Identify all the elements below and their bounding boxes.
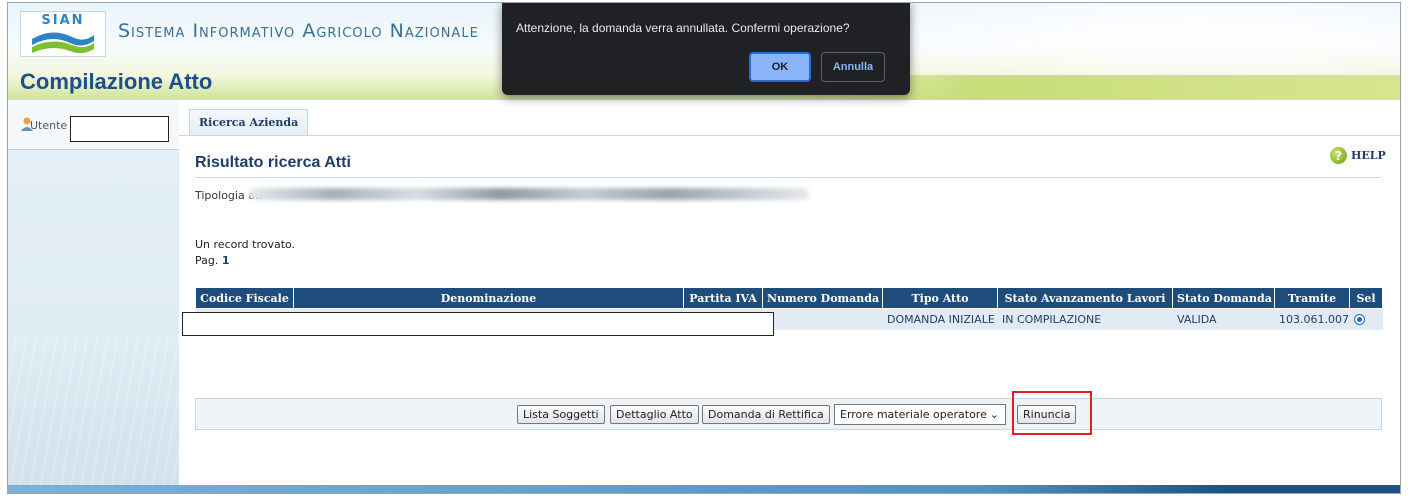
- user-name-field: [70, 116, 169, 142]
- redacted-row-data: [182, 312, 774, 336]
- dialog-cancel-button[interactable]: Annulla: [821, 52, 885, 82]
- col-numero-domanda[interactable]: Numero Domanda: [762, 287, 883, 309]
- section-divider: [195, 177, 1381, 178]
- dialog-ok-button[interactable]: OK: [749, 52, 811, 82]
- tab-divider: [179, 135, 1400, 136]
- help-button[interactable]: ? HELP: [1330, 147, 1386, 164]
- dettaglio-atto-button[interactable]: Dettaglio Atto: [610, 405, 699, 424]
- cell-stato-domanda: VALIDA: [1172, 308, 1275, 330]
- pagination-current[interactable]: 1: [222, 254, 230, 267]
- tab-ricerca-azienda[interactable]: Ricerca Azienda: [189, 109, 309, 135]
- system-title: Sistema Informativo Agricolo Nazionale: [118, 20, 479, 42]
- cell-numero-domanda: [762, 308, 883, 330]
- page-title: Compilazione Atto: [20, 69, 213, 94]
- chevron-down-icon: ⌄: [989, 408, 999, 421]
- row-select-radio[interactable]: [1354, 314, 1365, 326]
- col-denominazione[interactable]: Denominazione: [293, 287, 684, 309]
- user-label: Utente: [30, 119, 68, 132]
- section-title: Risultato ricerca Atti: [195, 154, 351, 171]
- help-icon: ?: [1330, 147, 1347, 164]
- col-stato-avanzamento[interactable]: Stato Avanzamento Lavori: [997, 287, 1173, 309]
- user-panel: Utente: [8, 100, 179, 150]
- sidebar: Utente: [8, 100, 179, 493]
- app-frame: SIAN Sistema Informativo Agricolo Nazion…: [7, 2, 1401, 494]
- logo-text: SIAN: [41, 13, 85, 28]
- rinuncia-button[interactable]: Rinuncia: [1017, 405, 1077, 424]
- dialog-message: Attenzione, la domanda verra annullata. …: [516, 21, 850, 35]
- sian-logo: SIAN: [20, 11, 106, 57]
- domanda-rettifica-button[interactable]: Domanda di Rettifica: [702, 405, 830, 424]
- redacted-tipologia: [249, 188, 809, 200]
- help-label: HELP: [1351, 149, 1386, 162]
- cell-stato-avanzamento: IN COMPILAZIONE: [997, 308, 1173, 330]
- pagination: Pag. 1: [195, 254, 230, 267]
- cell-tipo-atto: DOMANDA INIZIALE: [882, 308, 998, 330]
- motivo-select-value: Errore materiale operatore: [840, 408, 987, 421]
- pagination-label: Pag.: [195, 254, 219, 267]
- table-header-row: Codice Fiscale Denominazione Partita IVA…: [195, 287, 1383, 309]
- cell-tramite: 103.061.007: [1274, 308, 1350, 330]
- cell-sel: [1349, 308, 1383, 330]
- col-tipo-atto[interactable]: Tipo Atto: [882, 287, 998, 309]
- col-tramite[interactable]: Tramite: [1274, 287, 1350, 309]
- col-sel: Sel: [1349, 287, 1383, 309]
- motivo-select[interactable]: Errore materiale operatore ⌄: [834, 404, 1006, 425]
- logo-waves-icon: [32, 32, 94, 54]
- action-bar: Lista Soggetti Dettaglio Atto Domanda di…: [195, 391, 1382, 435]
- col-partita-iva[interactable]: Partita IVA: [683, 287, 763, 309]
- confirm-dialog: Attenzione, la domanda verra annullata. …: [502, 3, 910, 95]
- footer-bar: [8, 485, 1400, 493]
- col-codice-fiscale[interactable]: Codice Fiscale: [195, 287, 294, 309]
- col-stato-domanda[interactable]: Stato Domanda: [1172, 287, 1275, 309]
- lista-soggetti-button[interactable]: Lista Soggetti: [517, 405, 605, 424]
- record-count: Un record trovato.: [195, 238, 296, 251]
- main-content: Ricerca Azienda ? HELP Risultato ricerca…: [179, 100, 1400, 488]
